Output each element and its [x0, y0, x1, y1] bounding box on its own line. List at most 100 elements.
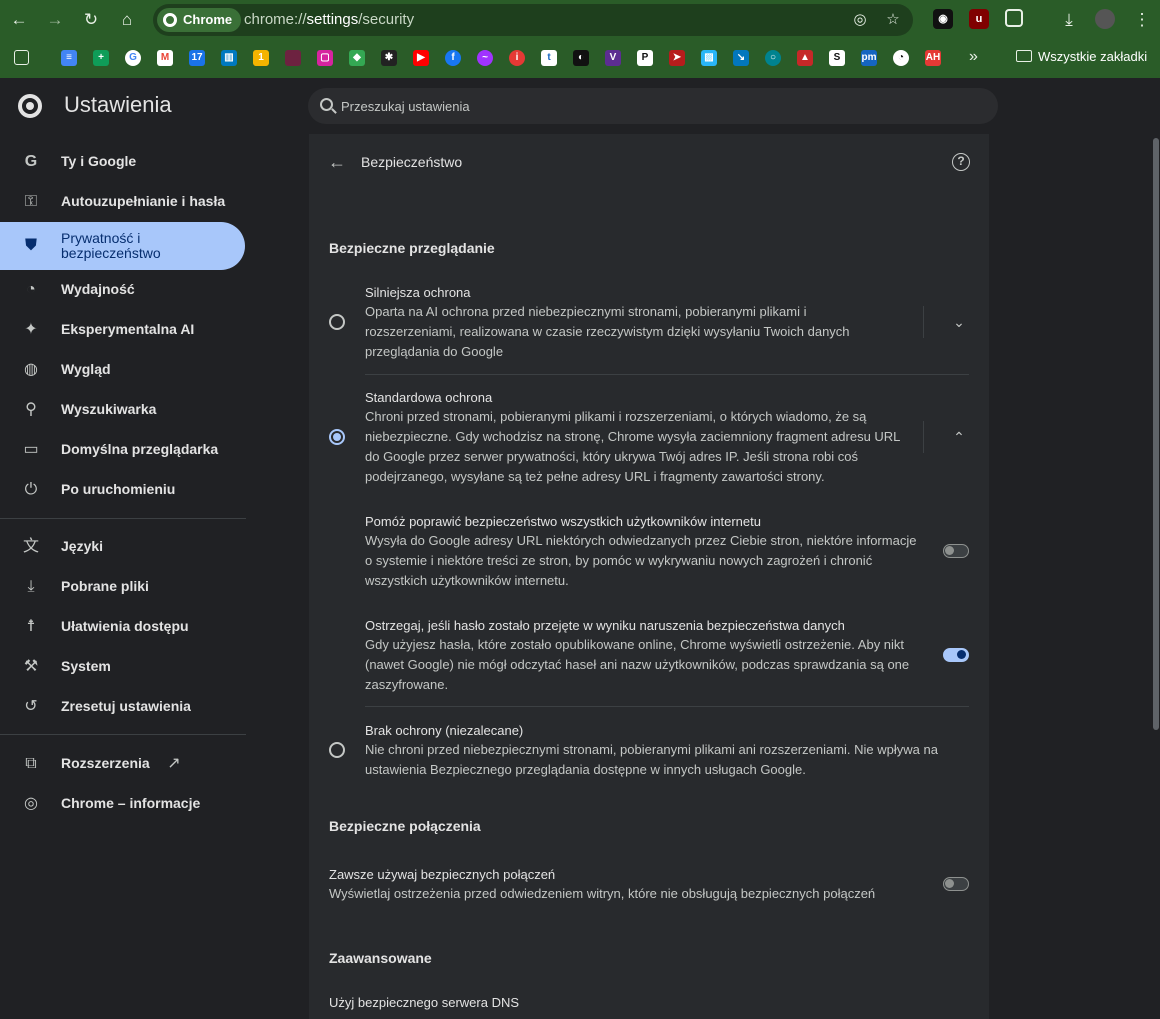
sidebar-item-privacy[interactable]: ⛊ Prywatność i bezpieczeństwo — [0, 222, 245, 270]
bookmark-icon-8[interactable] — [285, 50, 301, 66]
divider — [365, 374, 969, 375]
help-improve-toggle[interactable] — [943, 544, 969, 558]
bookmark-icon-15[interactable]: i — [509, 50, 525, 66]
radio-no-protection[interactable] — [329, 742, 345, 758]
all-bookmarks-folder[interactable]: Wszystkie zakładki — [1016, 49, 1147, 69]
chevron-down-icon[interactable]: ⌄ — [949, 312, 969, 332]
sidebar-item-label: Wydajność — [61, 281, 135, 297]
bookmark-calendar-icon[interactable]: 17 — [189, 50, 205, 66]
bookmark-icon-23[interactable]: ○ — [765, 50, 781, 66]
advanced-heading: Zaawansowane — [329, 950, 432, 966]
star-icon[interactable]: ☆ — [883, 10, 903, 30]
chrome-icon: ◎ — [24, 795, 38, 812]
back-arrow-icon[interactable]: ← — [325, 150, 349, 174]
enhanced-desc: Oparta na AI ochrona przed niebezpieczny… — [365, 304, 850, 359]
forward-arrow-icon[interactable]: → — [43, 8, 67, 32]
scrollbar-thumb[interactable] — [1153, 138, 1159, 730]
bookmark-messenger-icon[interactable]: ~ — [477, 50, 493, 66]
browser-toolbar: ← → ↻ ⌂ Chrome chrome://settings/securit… — [0, 0, 1160, 78]
bookmark-trello-icon[interactable]: ▥ — [221, 50, 237, 66]
vertical-divider — [923, 421, 924, 453]
sidebar-item-label: Po uruchomieniu — [61, 481, 176, 497]
lens-icon[interactable]: ◎ — [850, 10, 870, 30]
standard-title: Standardowa ochrona — [365, 390, 493, 405]
sidebar-item-label: Rozszerzenia — [61, 755, 150, 771]
search-input[interactable] — [341, 88, 981, 124]
bookmark-facebook-icon[interactable]: f — [445, 50, 461, 66]
chrome-chip[interactable]: Chrome — [157, 8, 242, 32]
sidebar-item-label: Zresetuj ustawienia — [61, 698, 191, 714]
bookmark-icon-20[interactable]: ➤ — [669, 50, 685, 66]
url-path: /security — [358, 11, 415, 28]
bookmark-icon-28[interactable]: AH — [925, 50, 941, 66]
bookmark-sheets-icon[interactable]: + — [93, 50, 109, 66]
password-leak-desc: Gdy użyjesz hasła, które zostało opublik… — [365, 637, 910, 692]
sidebar-item-autofill[interactable]: ⚿ Autouzupełnianie i hasła — [0, 178, 245, 226]
bookmark-gmail-icon[interactable]: M — [157, 50, 173, 66]
google-icon: G — [24, 153, 38, 170]
back-arrow-icon[interactable]: ← — [7, 8, 31, 32]
settings-header: Ustawienia — [0, 78, 1160, 134]
key-icon: ⚿ — [24, 193, 38, 210]
bookmark-youtube-icon[interactable]: ▶ — [413, 50, 429, 66]
bookmark-icon-22[interactable]: ↘ — [733, 50, 749, 66]
always-https-toggle[interactable] — [943, 877, 969, 891]
help-icon[interactable]: ? — [952, 153, 970, 171]
bookmark-google-icon[interactable]: G — [125, 50, 141, 66]
menu-kebab-icon[interactable]: ⋮ — [1130, 8, 1154, 32]
power-icon: ⏻ — [24, 481, 38, 498]
radio-standard-protection[interactable] — [329, 429, 345, 445]
bookmark-icon-27[interactable]: ◔ — [893, 50, 909, 66]
bookmark-icon-7[interactable]: 1 — [253, 50, 269, 66]
sidebar-divider — [0, 734, 246, 735]
sidebar-item-label: Eksperymentalna AI — [61, 321, 195, 337]
ublock-icon[interactable]: u — [969, 9, 989, 29]
bookmark-icon-17[interactable]: ◐ — [573, 50, 589, 66]
bookmark-icon-25[interactable]: S — [829, 50, 845, 66]
password-leak-toggle[interactable] — [943, 648, 969, 662]
sidebar-item-label: Ułatwienia dostępu — [61, 618, 189, 634]
page-title: Ustawienia — [64, 92, 172, 117]
more-bookmarks-button[interactable]: » — [969, 48, 978, 66]
search-icon: ⚲ — [25, 401, 37, 418]
sidebar-item-label: Prywatność i bezpieczeństwo — [61, 230, 161, 261]
shield-icon: ⛊ — [24, 237, 37, 254]
accessibility-icon: ☨ — [26, 618, 36, 635]
standard-desc: Chroni przed stronami, pobieranymi plika… — [365, 409, 900, 484]
bookmark-icon-10[interactable]: ◆ — [349, 50, 365, 66]
vertical-divider — [923, 306, 924, 338]
bookmark-icon-11[interactable]: ✱ — [381, 50, 397, 66]
chevron-up-icon[interactable]: ⌃ — [949, 427, 969, 447]
browser-window-icon: ▭ — [23, 441, 39, 458]
address-bar[interactable]: Chrome chrome://settings/security ◎ ☆ — [153, 4, 913, 36]
open-in-new-icon: ↗ — [167, 755, 181, 772]
url-host: settings — [306, 11, 359, 28]
settings-search[interactable] — [308, 88, 998, 124]
sidebar-item-label: Chrome – informacje — [61, 795, 201, 811]
bookmark-icon-21[interactable]: ▨ — [701, 50, 717, 66]
navigation-row: ← → ↻ ⌂ Chrome chrome://settings/securit… — [0, 0, 1160, 40]
reload-icon[interactable]: ↻ — [79, 8, 103, 32]
extension-icon-1[interactable]: ◉ — [933, 9, 953, 29]
gauge-icon: ◔ — [26, 281, 36, 298]
bookmark-icon-18[interactable]: V — [605, 50, 621, 66]
apps-grid-icon[interactable] — [14, 50, 29, 65]
bookmark-icon-24[interactable]: ▲ — [797, 50, 813, 66]
profile-avatar[interactable] — [1095, 9, 1115, 29]
url-text[interactable]: chrome://settings/security — [244, 4, 414, 36]
folder-icon — [1016, 50, 1032, 62]
safe-browsing-heading: Bezpieczne przeglądanie — [329, 240, 495, 256]
bookmark-icon-19[interactable]: P — [637, 50, 653, 66]
bookmark-icon-26[interactable]: pm — [861, 50, 877, 66]
download-icon[interactable]: ⤓ — [1057, 8, 1081, 32]
sidebar-item-about-chrome[interactable]: ◎ Chrome – informacje — [0, 780, 245, 828]
bookmark-docs-icon[interactable]: ≡ — [61, 50, 77, 66]
home-icon[interactable]: ⌂ — [115, 8, 139, 32]
sidebar-item-on-startup[interactable]: ⏻ Po uruchomieniu — [0, 466, 245, 514]
bookmark-icon-16[interactable]: t — [541, 50, 557, 66]
bookmark-icon-9[interactable]: ▢ — [317, 50, 333, 66]
extensions-puzzle-icon[interactable] — [1005, 9, 1023, 27]
page-scrollbar[interactable] — [1150, 134, 1160, 1019]
radio-enhanced-protection[interactable] — [329, 314, 345, 330]
sidebar-item-reset[interactable]: ↺ Zresetuj ustawienia — [0, 683, 245, 731]
